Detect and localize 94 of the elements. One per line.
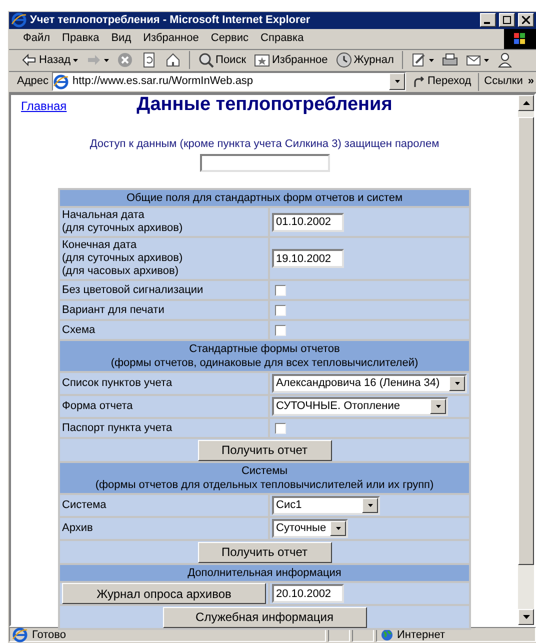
select-field[interactable]: Сис1: [272, 496, 380, 516]
address-label: Адрес: [17, 74, 48, 90]
flag-icon: [514, 32, 526, 45]
field-label: Вариант для печати: [60, 301, 268, 320]
menu-item[interactable]: Файл: [17, 30, 56, 47]
maximize-icon: [503, 16, 511, 24]
section-header: Общие поля для стандартных форм отчетов и систем: [60, 190, 469, 206]
scroll-up-button[interactable]: [518, 94, 534, 111]
down-arrow-icon: [436, 405, 440, 408]
status-panel: [352, 627, 374, 642]
log-button[interactable]: Журнал опроса архивов: [62, 583, 266, 604]
print-button[interactable]: [440, 52, 460, 68]
menu-item[interactable]: Избранное: [137, 30, 205, 47]
field-label: Список пунктов учета: [60, 373, 268, 394]
up-arrow-icon: [522, 100, 530, 105]
field-label: Без цветовой сигнализации: [60, 281, 268, 300]
window-title: Учет теплопотребления - Microsoft Internet Explorer: [30, 13, 312, 28]
address-field[interactable]: http://www.es.sar.ru/WormInWeb.asp: [52, 72, 406, 92]
browser-logo-icon: [11, 12, 27, 28]
chevron-icon: »: [528, 73, 534, 90]
menu-item[interactable]: Справка: [254, 30, 310, 47]
zone-text: Интернет: [397, 628, 445, 643]
history-button[interactable]: Журнал: [334, 52, 396, 68]
scroll-down-button[interactable]: [518, 608, 534, 625]
field-label: Начальная дата (для суточных архивов): [60, 208, 268, 236]
close-icon: [522, 16, 530, 24]
checkbox[interactable]: [275, 422, 286, 434]
search-icon: [198, 52, 214, 68]
search-button[interactable]: Поиск: [196, 52, 248, 68]
maximize-button[interactable]: [499, 13, 515, 28]
home-icon: [164, 52, 181, 68]
password-notice: Доступ к данным (кроме пункта учета Силкина 3) защищен паролем: [90, 136, 440, 152]
history-icon: [336, 52, 352, 68]
down-arrow-icon: [394, 80, 400, 84]
browser-logo-icon: [12, 626, 28, 643]
star-folder-icon: [254, 52, 270, 68]
globe-icon: [381, 628, 393, 641]
menu-item[interactable]: Правка: [56, 30, 106, 47]
edit-icon: [410, 52, 427, 68]
report-button[interactable]: Получить отчет: [198, 542, 332, 563]
field-label: Схема: [60, 321, 268, 340]
stop-icon: [116, 52, 133, 68]
menu-item[interactable]: Вид: [105, 30, 138, 47]
status-text: Готово: [32, 628, 66, 643]
minimize-button[interactable]: [480, 13, 496, 28]
go-button[interactable]: Переход: [409, 73, 476, 90]
home-link[interactable]: Главная: [21, 96, 67, 115]
section-header: Системы (формы отчетов для отдельных тепловычислителей или их групп): [60, 463, 469, 494]
dropdown-caret-icon: [428, 58, 434, 62]
select-field[interactable]: Александровича 16 (Ленина 34): [272, 374, 467, 394]
down-arrow-icon: [368, 504, 372, 508]
field-label: Паспорт пункта учета: [60, 419, 268, 438]
field-label: Система: [60, 495, 268, 516]
checkbox[interactable]: [275, 324, 286, 336]
dropdown-caret-icon: [72, 58, 78, 62]
back-button[interactable]: Назад: [19, 52, 80, 68]
down-arrow-icon: [336, 527, 340, 530]
report-button[interactable]: Служебная информация: [162, 606, 366, 628]
curved-arrow-icon: [413, 76, 426, 88]
select-field[interactable]: Суточные: [272, 519, 348, 538]
dropdown-caret-icon: [484, 58, 489, 62]
dropdown-button[interactable]: [430, 399, 446, 414]
favorites-button[interactable]: Избранное: [252, 52, 330, 68]
report-button[interactable]: Получить отчет: [198, 440, 332, 461]
field-label: Форма отчета: [60, 396, 268, 418]
refresh-icon: [140, 52, 157, 68]
select-field[interactable]: СУТОЧНЫЕ. Отопление: [272, 397, 448, 416]
links-button[interactable]: Ссылки: [482, 73, 525, 90]
person-icon: [496, 52, 513, 68]
scroll-thumb[interactable]: [518, 116, 534, 565]
dropdown-button[interactable]: [330, 521, 346, 536]
browser-logo-icon: [52, 74, 68, 90]
dropdown-button[interactable]: [449, 376, 465, 392]
dropdown-caret-icon: [104, 58, 109, 62]
page-heading: Данные теплопотребления: [136, 94, 392, 116]
down-arrow-icon: [522, 614, 530, 619]
checkbox[interactable]: [275, 284, 286, 296]
field-label: Конечная дата (для суточных архивов) (для часовых архивов): [60, 238, 268, 280]
password-field[interactable]: [200, 154, 330, 172]
printer-icon: [442, 52, 458, 68]
dropdown-button[interactable]: [389, 73, 406, 90]
section-header: Дополнительная информация: [60, 565, 469, 582]
status-panel: [328, 627, 350, 642]
date-field[interactable]: 19.10.2002: [272, 249, 344, 268]
date-field[interactable]: 01.10.2002: [272, 212, 344, 232]
menu-item[interactable]: Сервис: [204, 30, 255, 47]
back-arrow-icon: [21, 52, 37, 68]
checkbox[interactable]: [275, 304, 286, 316]
field-label: Архив: [60, 518, 268, 540]
dropdown-button[interactable]: [362, 498, 378, 514]
close-button[interactable]: [518, 13, 534, 28]
down-arrow-icon: [454, 382, 460, 386]
date-field[interactable]: 20.10.2002: [272, 584, 344, 604]
section-header: Стандартные формы отчетов (формы отчетов, одинаковые для всех тепловычислителей): [60, 341, 469, 372]
